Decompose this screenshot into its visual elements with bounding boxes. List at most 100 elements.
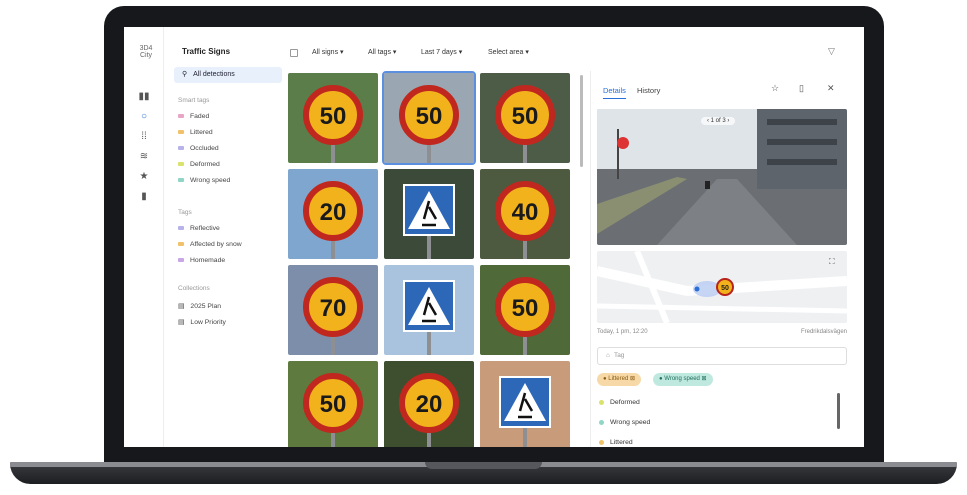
detection-tile[interactable] [384, 169, 474, 259]
panel-scrollbar[interactable] [837, 393, 840, 429]
tab-history[interactable]: History [637, 86, 660, 95]
sidebar-item-homemade[interactable]: Homemade [178, 255, 225, 267]
sidebar-item-low-priority[interactable]: ▤ Low Priority [178, 317, 226, 329]
tag-color-dot [178, 130, 184, 135]
sidebar-item-label: Wrong speed [190, 177, 231, 184]
filter-all-tags[interactable]: All tags ▾ [368, 48, 396, 56]
detail-panel: Details History ☆ ▯ ✕ ‹ 1 of 3 › 50 ⛶ To… [590, 71, 864, 447]
tag-row-littered[interactable]: Littered [599, 437, 633, 447]
chart-icon[interactable]: ≋ [138, 151, 150, 163]
location-map[interactable]: 50 ⛶ [597, 251, 847, 323]
detection-tile[interactable] [480, 361, 570, 447]
bookmark-icon[interactable]: ▯ [799, 83, 804, 94]
sign-thumbnail [384, 265, 474, 355]
street-photo: ‹ 1 of 3 › [597, 109, 847, 245]
star-icon[interactable]: ★ [138, 171, 150, 183]
tag-input[interactable]: ⌂ Tag [597, 347, 847, 365]
detection-street: Fredrikdalsvägen [800, 329, 847, 335]
speed-limit-label: 50 [320, 103, 347, 130]
grid-icon[interactable]: ▮▮ [138, 91, 150, 103]
sign-thumbnail [384, 169, 474, 259]
sidebar-item-label: Deformed [190, 161, 220, 168]
photo-counter[interactable]: ‹ 1 of 3 › [701, 117, 736, 125]
detection-tile[interactable] [384, 265, 474, 355]
traffic-sign-marker [617, 137, 629, 149]
tag-row-wrong-speed[interactable]: Wrong speed [599, 417, 650, 429]
sign-thumbnail: 20 [288, 169, 378, 259]
detection-tile[interactable]: 20 [384, 361, 474, 447]
sign-thumbnail: 20 [384, 361, 474, 447]
chip-littered[interactable]: ● Littered ⊠ [597, 373, 642, 386]
sign-thumbnail: 50 [288, 73, 378, 163]
detection-tile[interactable]: 50 [480, 73, 570, 163]
sidebar-item-label: Affected by snow [190, 241, 242, 248]
detection-tile[interactable]: 50 [288, 73, 378, 163]
location-pin-icon[interactable]: ○ [138, 111, 150, 123]
speed-limit-label: 50 [512, 103, 539, 130]
detection-tile[interactable]: 50 [480, 265, 570, 355]
filter-toolbar: All signs ▾ All tags ▾ Last 7 days ▾ Sel… [284, 27, 864, 71]
select-all-checkbox[interactable] [290, 49, 298, 57]
filter-label: All signs [312, 49, 339, 56]
sign-thumbnail: 50 [288, 361, 378, 447]
sign-thumbnail: 50 [480, 73, 570, 163]
speed-limit-label: 20 [416, 391, 443, 418]
sidebar-item-all-detections[interactable]: ⚲ All detections [174, 67, 282, 83]
sidebar-item-reflective[interactable]: Reflective [178, 223, 220, 235]
chevron-down-icon: ▾ [392, 49, 397, 56]
sidebar: Traffic Signs ⚲ All detections Smart tags… [164, 27, 284, 447]
detection-tile[interactable]: 40 [480, 169, 570, 259]
tag-row-label: Wrong speed [610, 419, 651, 426]
speed-limit-label: 50 [512, 295, 539, 322]
detection-tile[interactable]: 50 [288, 361, 378, 447]
chevron-down-icon: ▾ [458, 49, 463, 56]
sidebar-item-occluded[interactable]: Occluded [178, 143, 219, 155]
grid-scrollbar[interactable] [580, 75, 583, 167]
sign-thumbnail: 50 [480, 265, 570, 355]
map-image: 50 [597, 251, 847, 323]
detection-tile[interactable]: 50 [382, 71, 476, 165]
tag-color-dot [599, 399, 604, 405]
speed-limit-label: 20 [320, 199, 347, 226]
sign-thumbnail: 40 [480, 169, 570, 259]
speed-limit-label: 50 [320, 391, 347, 418]
tag-color-dot [178, 242, 184, 247]
detection-tile[interactable]: 20 [288, 169, 378, 259]
remove-icon[interactable]: ⊠ [630, 376, 635, 382]
filter-date-range[interactable]: Last 7 days ▾ [421, 48, 462, 56]
chevron-left-icon[interactable]: ‹ [707, 118, 709, 124]
street-photo-image [597, 109, 847, 245]
tags-heading: Tags [178, 209, 192, 216]
chip-wrong-speed[interactable]: ● Wrong speed ⊠ [653, 373, 713, 386]
remove-icon[interactable]: ⊠ [702, 376, 707, 382]
sidebar-item-littered[interactable]: Littered [178, 127, 213, 139]
map-sign-label: 50 [721, 285, 729, 292]
filter-select-area[interactable]: Select area ▾ [488, 48, 529, 56]
sidebar-item-deformed[interactable]: Deformed [178, 159, 220, 171]
photo-counter-label: 1 of 3 [710, 118, 726, 124]
speed-limit-label: 70 [320, 295, 347, 322]
chevron-right-icon[interactable]: › [727, 118, 729, 124]
detection-tile[interactable]: 70 [288, 265, 378, 355]
tab-details[interactable]: Details [603, 86, 626, 99]
fullscreen-icon[interactable]: ⛶ [829, 257, 835, 267]
sidebar-item-wrong-speed[interactable]: Wrong speed [178, 175, 230, 187]
bookmark-icon[interactable]: ▮ [138, 191, 150, 203]
star-icon[interactable]: ☆ [771, 83, 779, 94]
sidebar-item-label: Faded [190, 113, 210, 120]
tag-row-deformed[interactable]: Deformed [599, 397, 640, 409]
sidebar-item-label: 2025 Plan [190, 303, 222, 310]
columns-icon[interactable]: ⁞⁞ [138, 131, 150, 143]
close-icon[interactable]: ✕ [827, 83, 835, 94]
speed-limit-label: 50 [416, 103, 443, 130]
sign-thumbnail [480, 361, 570, 447]
filter-icon[interactable]: ▽ [828, 46, 835, 57]
sidebar-item-faded[interactable]: Faded [178, 111, 209, 123]
chip-label: Littered [608, 376, 629, 382]
sidebar-item-2025-plan[interactable]: ▤ 2025 Plan [178, 301, 221, 313]
sidebar-item-affected-by-snow[interactable]: Affected by snow [178, 239, 242, 251]
tag-color-dot [178, 162, 184, 167]
tag-row-label: Deformed [610, 399, 640, 406]
filter-all-signs[interactable]: All signs ▾ [312, 48, 344, 56]
detection-date: Today, 1 pm, 12:20 [597, 329, 648, 335]
